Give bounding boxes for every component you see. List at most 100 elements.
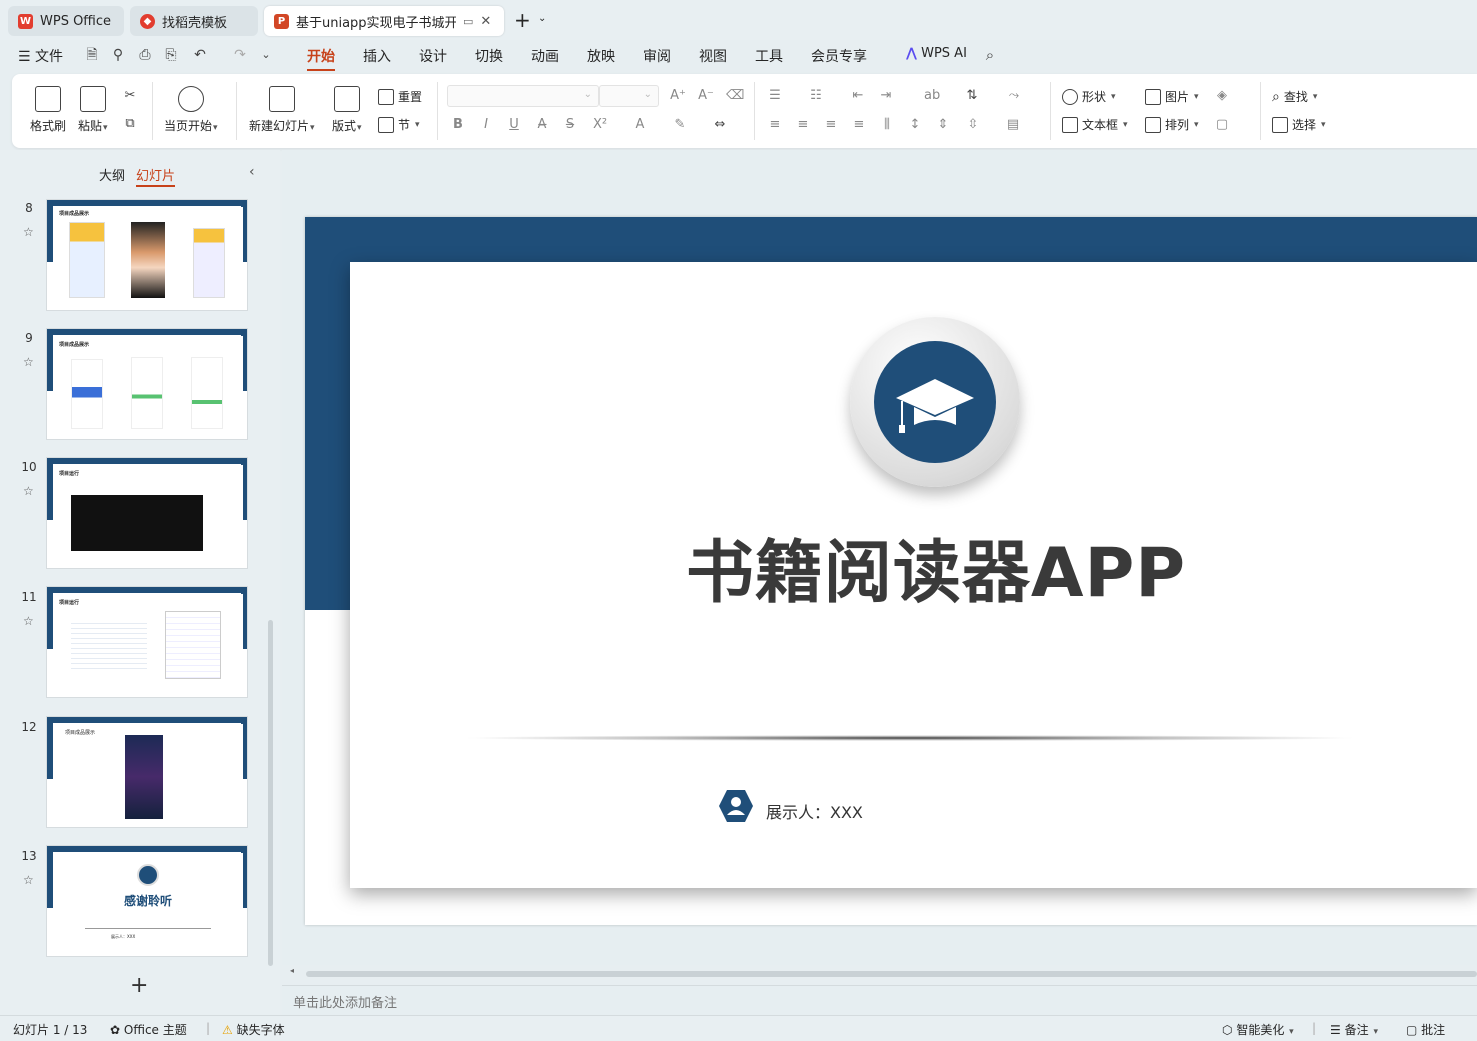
scroll-left-icon[interactable]: ◂ — [290, 966, 294, 975]
format-painter-button[interactable]: 格式刷 — [30, 86, 66, 134]
tab-current-presentation[interactable]: P 基于uniapp实现电子书城开发 ▭ ✕ — [264, 6, 504, 36]
print-icon[interactable]: ⎙ — [137, 47, 153, 63]
tab-docer-templates[interactable]: ◆ 找稻壳模板 — [130, 6, 258, 36]
bullets-icon[interactable]: ☰ — [767, 88, 783, 104]
reset-button[interactable]: 重置 — [378, 88, 422, 105]
new-slide-button[interactable]: 新建幻灯片▾ — [249, 86, 315, 134]
font-name-select[interactable]: ⌄ — [447, 85, 599, 107]
redo-icon[interactable]: ↷ — [232, 47, 248, 63]
undo-icon[interactable]: ↶ — [192, 47, 208, 63]
wps-ai-button[interactable]: ⋀ WPS AI — [906, 46, 967, 61]
menu-item-slideshow[interactable]: 放映 — [587, 46, 615, 66]
scrollbar-thumb[interactable] — [306, 971, 1477, 977]
italic-icon[interactable]: I — [478, 117, 494, 133]
find-button[interactable]: ⌕ 查找 ▾ — [1272, 88, 1317, 105]
horizontal-scrollbar[interactable]: ◂ — [290, 966, 1477, 980]
align-center-icon[interactable]: ≡ — [795, 117, 811, 133]
menu-item-tools[interactable]: 工具 — [755, 46, 783, 66]
increase-font-icon[interactable]: A⁺ — [670, 88, 686, 104]
underline-icon[interactable]: U — [506, 117, 522, 133]
slide-thumbnail-11[interactable]: 项目运行 — [46, 586, 248, 698]
theme-button[interactable]: ✿ Office 主题 — [110, 1021, 187, 1038]
outline-icon[interactable]: ▢ — [1214, 117, 1230, 133]
save-icon[interactable]: 🗎 — [84, 47, 100, 63]
notes-area[interactable]: 单击此处添加备注 — [282, 985, 1477, 1015]
columns-icon[interactable]: ▤ — [1005, 117, 1021, 133]
tab-slides[interactable]: 幻灯片 — [136, 165, 176, 187]
cut-icon[interactable]: ✂ — [122, 88, 138, 104]
sort-icon[interactable]: ⇅ — [964, 88, 980, 104]
highlight-icon[interactable]: ✎ — [672, 117, 688, 133]
select-button[interactable]: 选择 ▾ — [1272, 116, 1326, 133]
font-size-select[interactable]: ⌄ — [599, 85, 659, 107]
search-icon[interactable]: ⌕ — [982, 47, 998, 63]
increase-indent-icon[interactable]: ⇥ — [878, 88, 894, 104]
file-menu-button[interactable]: ☰ 文件 — [18, 46, 63, 66]
menu-item-design[interactable]: 设计 — [419, 46, 447, 66]
add-slide-button[interactable]: + — [130, 973, 148, 998]
layout-button[interactable]: 版式▾ — [332, 86, 362, 134]
align-right-icon[interactable]: ≡ — [823, 117, 839, 133]
menu-item-animations[interactable]: 动画 — [531, 46, 559, 66]
slide-thumbnail-12[interactable]: 项目成品展示 — [46, 716, 248, 828]
slide-thumbnail-10[interactable]: 项目运行 — [46, 457, 248, 569]
bold-icon[interactable]: B — [450, 117, 466, 133]
beautify-button[interactable]: ⬡ 智能美化 ▾ — [1222, 1021, 1294, 1038]
vertical-align-icon[interactable]: ⇳ — [965, 117, 981, 133]
close-icon[interactable]: ✕ — [480, 14, 491, 29]
print-preview-icon[interactable]: ⎘ — [163, 47, 179, 63]
distribute-icon[interactable]: ⫼ — [879, 117, 895, 133]
text-direction-icon[interactable]: ab — [924, 88, 940, 104]
strikethrough-icon[interactable]: A̶ — [534, 117, 550, 133]
section-button[interactable]: 节 ▾ — [378, 116, 420, 133]
textbox-button[interactable]: 文本框 ▾ — [1062, 116, 1128, 133]
fill-icon[interactable]: ◈ — [1214, 88, 1230, 104]
current-slide[interactable]: 书籍阅读器APP 展示人：XXX — [305, 217, 1477, 925]
chevron-down-icon[interactable]: ⌄ — [258, 47, 274, 63]
picture-button[interactable]: 图片 ▾ — [1145, 88, 1199, 105]
collapse-panel-icon[interactable]: ‹ — [249, 164, 255, 180]
menu-item-review[interactable]: 审阅 — [643, 46, 671, 66]
slide-title[interactable]: 书籍阅读器APP — [350, 517, 1477, 616]
tab-outline[interactable]: 大纲 — [99, 165, 125, 184]
new-tab-button[interactable]: + — [514, 10, 531, 30]
slide-thumbnail-8[interactable]: 项目成品展示 — [46, 199, 248, 311]
clear-format-icon[interactable]: ⌫ — [726, 88, 744, 104]
monitor-icon[interactable]: ▭ — [463, 15, 473, 28]
decrease-font-icon[interactable]: A⁻ — [698, 88, 714, 104]
star-icon[interactable]: ☆ — [23, 484, 34, 498]
line-spacing-icon[interactable]: ↕ — [907, 117, 923, 133]
tab-wps-office[interactable]: W WPS Office — [8, 6, 124, 36]
star-icon[interactable]: ☆ — [23, 873, 34, 887]
share-icon[interactable]: ⚲ — [110, 47, 126, 63]
justify-icon[interactable]: ≡ — [851, 117, 867, 133]
paste-button[interactable]: 粘贴▾ — [78, 86, 108, 134]
star-icon[interactable]: ☆ — [23, 225, 34, 239]
menu-item-transitions[interactable]: 切换 — [475, 46, 503, 66]
convert-icon[interactable]: ⤳ — [1006, 88, 1022, 104]
paragraph-spacing-icon[interactable]: ⇕ — [935, 117, 951, 133]
shadow-icon[interactable]: S̶ — [562, 117, 578, 133]
copy-icon[interactable]: ⧉ — [122, 116, 138, 132]
start-from-current-button[interactable]: 当页开始▾ — [164, 86, 218, 134]
comments-button[interactable]: ▢ 批注 — [1406, 1021, 1445, 1038]
numbering-icon[interactable]: ☷ — [808, 88, 824, 104]
panel-scrollbar[interactable] — [268, 620, 273, 966]
presenter-label[interactable]: 展示人：XXX — [766, 799, 863, 823]
star-icon[interactable]: ☆ — [23, 355, 34, 369]
char-spacing-icon[interactable]: ⇔ — [712, 117, 728, 133]
superscript-icon[interactable]: X² — [592, 117, 608, 133]
font-color-icon[interactable]: A — [632, 117, 648, 133]
shape-button[interactable]: 形状 ▾ — [1062, 88, 1116, 105]
menu-item-home[interactable]: 开始 — [307, 46, 335, 71]
slide-thumbnail-13[interactable]: 感谢聆听 展示人：XXX — [46, 845, 248, 957]
star-icon[interactable]: ☆ — [23, 614, 34, 628]
slide-thumbnail-9[interactable]: 项目成品展示 — [46, 328, 248, 440]
arrange-button[interactable]: 排列 ▾ — [1145, 116, 1199, 133]
notes-toggle-button[interactable]: ☰ 备注 ▾ — [1330, 1021, 1378, 1038]
menu-item-view[interactable]: 视图 — [699, 46, 727, 66]
align-left-icon[interactable]: ≡ — [767, 117, 783, 133]
logo-badge[interactable] — [850, 317, 1020, 487]
missing-fonts-button[interactable]: ⚠ 缺失字体 — [222, 1021, 285, 1038]
menu-item-insert[interactable]: 插入 — [363, 46, 391, 66]
